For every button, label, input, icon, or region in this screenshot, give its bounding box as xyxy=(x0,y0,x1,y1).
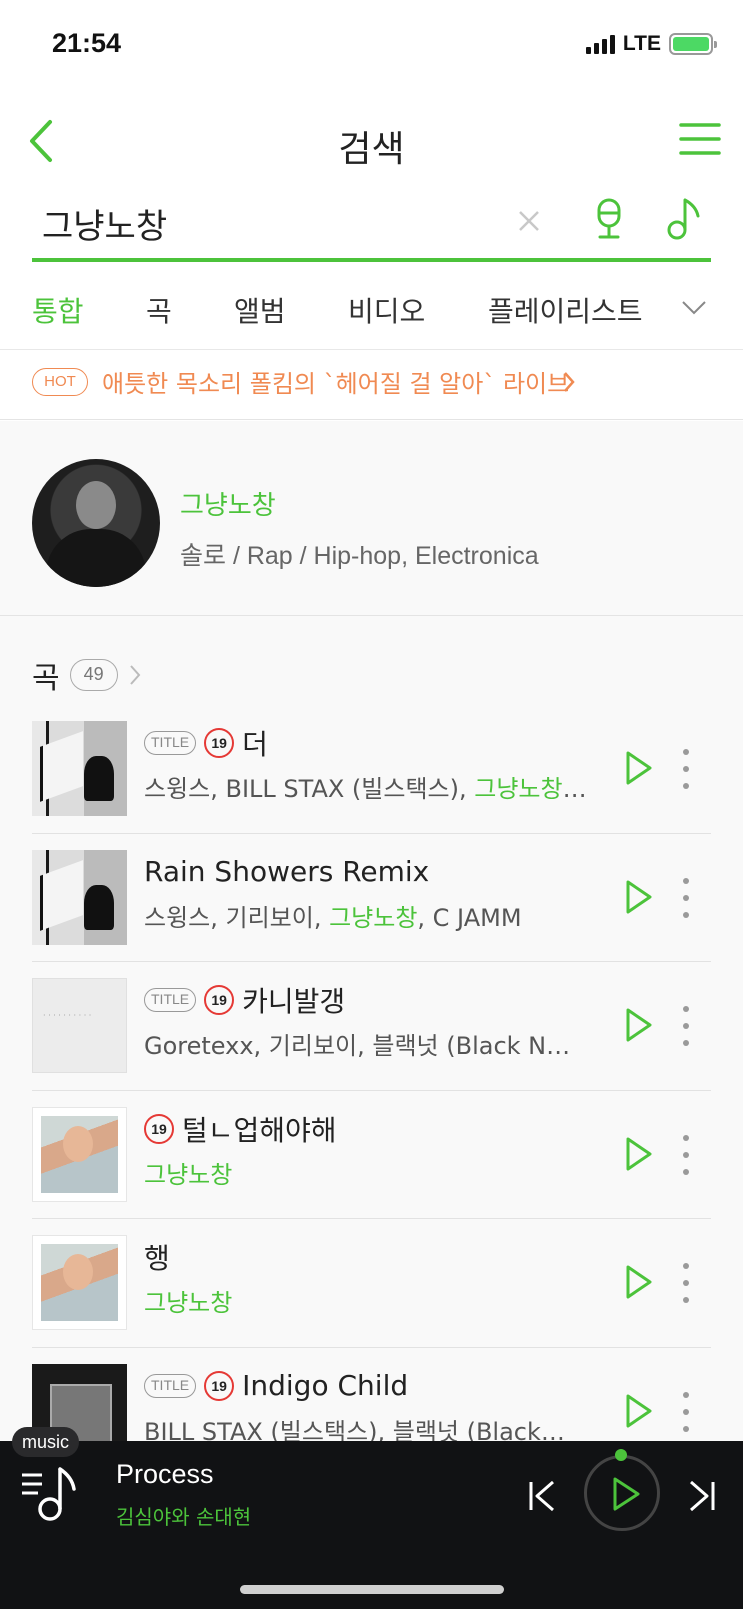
mini-player: music Process 김심야와 손대현 xyxy=(0,1427,743,1609)
song-row[interactable]: 행 그냥노창 xyxy=(32,1219,711,1348)
music-note-icon xyxy=(667,198,700,240)
network-label: LTE xyxy=(622,32,661,55)
album-art xyxy=(32,849,127,945)
clear-button[interactable] xyxy=(512,204,546,238)
song-title: Indigo Child xyxy=(242,1369,409,1402)
tabs-more-button[interactable] xyxy=(681,298,707,318)
song-artists: Goretexx, 기리보이, 블랙넛 (Black N… xyxy=(144,1032,571,1060)
play-icon[interactable] xyxy=(624,1392,654,1430)
song-artists: 그냥노창 xyxy=(144,1289,233,1317)
hot-badge: HOT xyxy=(32,368,88,396)
songs-section-header[interactable]: 곡 49 xyxy=(32,655,142,696)
progress-indicator xyxy=(615,1449,627,1461)
play-pause-button[interactable] xyxy=(584,1455,660,1531)
tab-playlists[interactable]: 플레이리스트 xyxy=(488,290,643,330)
play-icon[interactable] xyxy=(624,1135,654,1173)
playlist-button[interactable] xyxy=(20,1463,80,1525)
more-options-icon[interactable] xyxy=(680,749,692,789)
song-row[interactable]: TITLE 19 더 스윙스, BILL STAX (빌스택스), 그냥노창, … xyxy=(32,705,711,834)
status-time: 21:54 xyxy=(52,28,122,58)
age-restriction-badge: 19 xyxy=(144,1113,174,1144)
hot-banner[interactable]: HOT 애틋한 목소리 폴킴의 `헤어질 걸 알아` 라이브 xyxy=(0,350,743,420)
next-button[interactable] xyxy=(686,1479,718,1513)
artist-avatar xyxy=(32,459,160,587)
close-icon xyxy=(519,211,539,231)
song-row[interactable]: 19 털ㄴ업해야해 그냥노창 xyxy=(32,1091,711,1219)
hot-text: 애틋한 목소리 폴킴의 `헤어질 걸 알아` 라이브 xyxy=(102,370,570,398)
microphone-icon xyxy=(597,198,621,239)
status-bar: 21:54 LTE xyxy=(0,0,743,90)
playlist-icon xyxy=(22,1467,76,1521)
songs-title: 곡 xyxy=(32,661,60,696)
tab-songs[interactable]: 곡 xyxy=(146,290,172,330)
title-track-badge: TITLE xyxy=(144,988,197,1012)
play-icon xyxy=(613,1477,640,1511)
song-title: 털ㄴ업해야해 xyxy=(182,1113,337,1147)
artist-card[interactable]: 그냥노창 솔로 / Rap / Hip-hop, Electronica xyxy=(0,421,743,616)
music-recognition-button[interactable] xyxy=(666,196,706,242)
song-row[interactable]: Rain Showers Remix 스윙스, 기리보이, 그냥노창, C JA… xyxy=(32,834,711,962)
chevron-right-icon xyxy=(564,372,575,392)
age-restriction-badge: 19 xyxy=(204,1370,235,1401)
album-art xyxy=(32,1106,127,1202)
song-list: TITLE 19 더 스윙스, BILL STAX (빌스택스), 그냥노창, … xyxy=(32,705,711,1476)
search-bar xyxy=(32,190,711,262)
more-options-icon[interactable] xyxy=(680,1263,692,1303)
age-restriction-badge: 19 xyxy=(204,985,235,1015)
song-title: Rain Showers Remix xyxy=(144,855,430,888)
more-options-icon[interactable] xyxy=(680,877,692,918)
voice-search-button[interactable] xyxy=(592,196,626,242)
chevron-down-icon xyxy=(682,301,706,315)
music-badge: music xyxy=(12,1427,80,1457)
song-artists: 그냥노창 xyxy=(144,1160,233,1189)
battery-icon xyxy=(669,33,717,55)
play-icon[interactable] xyxy=(624,1006,654,1044)
artist-name: 그냥노창 xyxy=(180,491,276,521)
tab-all[interactable]: 통합 xyxy=(32,290,84,330)
song-title: 행 xyxy=(144,1242,170,1275)
song-artists: 스윙스, 기리보이, 그냥노창, C JAMM xyxy=(144,903,522,932)
now-playing-artist: 김심야와 손대현 xyxy=(116,1505,252,1529)
menu-button[interactable] xyxy=(679,122,721,156)
song-title: 더 xyxy=(242,728,268,761)
chevron-right-icon xyxy=(129,665,140,685)
songs-count-badge: 49 xyxy=(69,659,118,691)
hamburger-icon xyxy=(679,123,721,155)
search-tabs: 통합 곡 앨범 비디오 플레이리스트 xyxy=(0,280,743,350)
now-playing-title: Process xyxy=(116,1459,214,1489)
more-options-icon[interactable] xyxy=(680,1391,692,1432)
page-title: 검색 xyxy=(338,129,405,170)
play-icon[interactable] xyxy=(624,1263,654,1301)
title-track-badge: TITLE xyxy=(144,731,197,755)
album-art xyxy=(32,1235,127,1330)
more-options-icon[interactable] xyxy=(680,1006,692,1046)
song-row[interactable]: TITLE 19 카니발갱 Goretexx, 기리보이, 블랙넛 (Black… xyxy=(32,962,711,1091)
title-track-badge: TITLE xyxy=(144,1373,197,1398)
previous-button[interactable] xyxy=(526,1479,558,1513)
header: 검색 xyxy=(0,100,743,180)
signal-icon xyxy=(585,34,615,54)
skip-next-icon xyxy=(690,1480,715,1512)
skip-previous-icon xyxy=(529,1480,554,1512)
album-art xyxy=(32,978,127,1073)
tab-albums[interactable]: 앨범 xyxy=(234,290,286,330)
artist-info: 솔로 / Rap / Hip-hop, Electronica xyxy=(180,542,539,570)
age-restriction-badge: 19 xyxy=(204,728,235,758)
song-artists: 스윙스, BILL STAX (빌스택스), 그냥노창, … xyxy=(144,775,594,803)
more-options-icon[interactable] xyxy=(680,1134,692,1175)
song-title: 카니발갱 xyxy=(242,985,346,1018)
play-icon[interactable] xyxy=(624,878,654,916)
play-icon[interactable] xyxy=(624,749,654,787)
tab-videos[interactable]: 비디오 xyxy=(348,290,425,330)
status-indicators: LTE xyxy=(585,32,717,56)
home-indicator xyxy=(240,1585,504,1594)
search-input[interactable] xyxy=(42,198,482,248)
album-art xyxy=(32,721,127,816)
